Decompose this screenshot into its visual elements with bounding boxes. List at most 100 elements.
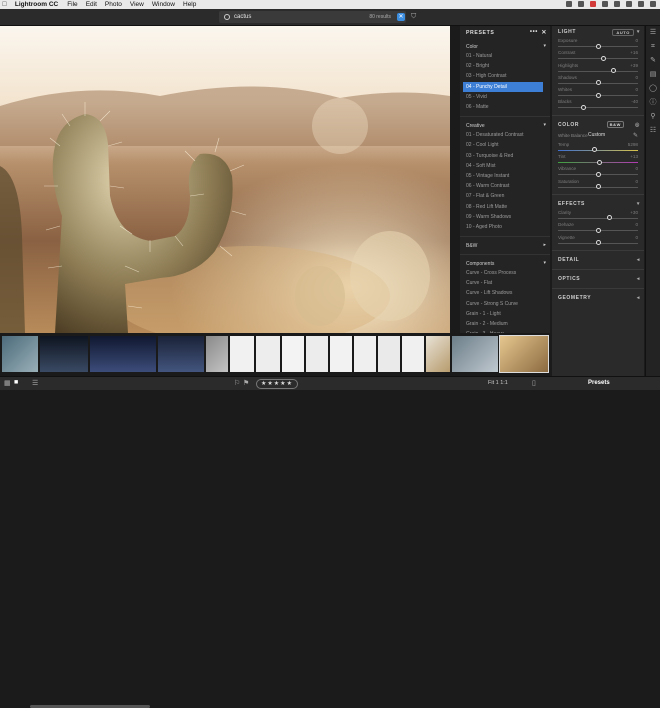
info-icon[interactable]: ⓘ [646,96,660,110]
status-icon[interactable] [590,1,596,7]
flag-icon[interactable]: ⚐ [234,379,240,387]
slider-dehaze[interactable]: Dehaze 0 [552,222,644,234]
status-icon[interactable] [614,1,620,7]
slider-blacks[interactable]: Blacks -40 [552,99,644,111]
chevron-down-icon[interactable]: ▾ [637,201,640,207]
preset-group-bw[interactable]: B&W ▸ [460,241,550,250]
slider-value[interactable]: +39 [630,63,638,68]
chevron-left-icon[interactable]: ◂ [637,276,640,282]
thumbnail[interactable] [256,336,280,372]
slider-exposure[interactable]: Exposure 0 [552,38,644,50]
auto-button[interactable]: AUTO [612,29,634,36]
preset-item[interactable]: Curve - Cross Process [460,268,550,278]
slider-value[interactable]: 0 [635,166,638,171]
filter-icon[interactable]: ⛉ [411,13,416,21]
search-input[interactable]: cactus [234,14,251,20]
thumbnail[interactable] [426,336,450,372]
section-effects[interactable]: EFFECTS ▾ [552,198,644,210]
slider-handle[interactable] [595,171,601,177]
slider-handle[interactable] [595,43,601,49]
menu-help[interactable]: Help [183,1,196,8]
preset-item[interactable]: Curve - Flat [460,278,550,288]
chevron-right-icon[interactable]: ▸ [543,242,546,248]
thumbnail[interactable] [330,336,352,372]
preset-item[interactable]: Grain - 1 - Light [460,309,550,319]
menu-view[interactable]: View [130,1,144,8]
thumbnail[interactable] [40,336,88,372]
thumbnail[interactable] [452,336,498,372]
compare-icon[interactable]: ▯ [532,379,536,387]
slider-value[interactable]: 0 [635,235,638,240]
more-options-icon[interactable]: ••• [530,29,538,35]
preset-item[interactable]: 04 - Soft Mist [460,161,550,171]
thumbnail[interactable] [230,336,254,372]
preset-item[interactable]: 01 - Desaturated Contrast [460,130,550,140]
slider-value[interactable]: 0 [635,38,638,43]
thumbnail[interactable] [206,336,228,372]
brush-icon[interactable]: ✎ [646,54,660,68]
slider-value[interactable]: +16 [630,50,638,55]
slider-handle[interactable] [610,68,616,74]
slider-track[interactable] [558,107,638,109]
menu-file[interactable]: File [67,1,77,8]
status-icon[interactable] [626,1,632,7]
status-icon[interactable] [602,1,608,7]
chevron-left-icon[interactable]: ◂ [637,257,640,263]
slider-vibrance[interactable]: Vibrance 0 [552,166,644,178]
menu-window[interactable]: Window [152,1,175,8]
section-light[interactable]: LIGHT AUTO ▾ [552,26,644,38]
bw-button[interactable]: B&W [606,120,624,128]
preset-item[interactable]: 03 - High Contrast [460,71,550,81]
zoom-level[interactable]: Fit 1 1:1 [488,380,508,386]
preset-item[interactable]: 08 - Red Lift Matte [460,201,550,211]
linear-gradient-icon[interactable]: ▤ [646,68,660,82]
section-geometry[interactable]: GEOMETRY ◂ [552,292,644,304]
search-field[interactable]: cactus 80 results ✕ [219,11,406,23]
slider-track[interactable] [558,58,638,60]
slider-handle[interactable] [595,80,601,86]
preset-item-selected[interactable]: 04 - Punchy Detail [463,81,543,92]
chevron-down-icon[interactable]: ▾ [543,43,546,49]
slider-value[interactable]: 5298 [628,142,638,147]
slider-track[interactable] [558,149,638,151]
section-detail[interactable]: DETAIL ◂ [552,254,644,266]
preset-group-creative[interactable]: Creative ▾ [460,121,550,130]
preset-item[interactable]: Curve - Strong S Curve [460,299,550,309]
preset-group-color[interactable]: Color ▾ [460,42,550,51]
presets-button[interactable]: Presets [588,380,610,386]
thumbnail[interactable] [354,336,376,372]
thumbnail[interactable] [90,336,156,372]
preset-item[interactable]: 05 - Vivid [460,92,550,102]
slider-track[interactable] [558,217,638,219]
star-rating[interactable]: ★★★★★ [256,379,298,389]
slider-handle[interactable] [580,104,586,110]
slider-value[interactable]: 0 [635,179,638,184]
slider-vignette[interactable]: Vignette 0 [552,235,644,247]
preset-item[interactable]: Curve - Lift Shadows [460,288,550,298]
grid-view-icon[interactable]: ▦ [4,379,11,387]
thumbnail[interactable] [378,336,400,372]
comment-icon[interactable]: ☷ [646,124,660,138]
slider-tint[interactable]: Tint +13 [552,154,644,166]
slider-whites[interactable]: Whites 0 [552,87,644,99]
slider-contrast[interactable]: Contrast +16 [552,50,644,62]
chevron-down-icon[interactable]: ▾ [543,260,546,266]
thumbnail[interactable] [282,336,304,372]
reject-flag-icon[interactable]: ⚑ [243,379,249,387]
slider-shadows[interactable]: Shadows 0 [552,75,644,87]
thumbnail[interactable] [306,336,328,372]
section-optics[interactable]: OPTICS ◂ [552,273,644,285]
preset-item[interactable]: 07 - Flat & Green [460,191,550,201]
preset-group-components[interactable]: Components ▾ [460,259,550,268]
slider-value[interactable]: 0 [635,75,638,80]
keyword-icon[interactable]: ⚲ [646,110,660,124]
preset-item[interactable]: 06 - Warm Contrast [460,181,550,191]
edit-sliders-icon[interactable]: ☰ [646,26,660,40]
thumbnail[interactable] [158,336,204,372]
crop-icon[interactable]: ⌗ [646,40,660,54]
status-icon[interactable] [578,1,584,7]
status-icon[interactable] [650,1,656,7]
chevron-down-icon[interactable]: ▾ [637,29,640,35]
radial-gradient-icon[interactable]: ◯ [646,82,660,96]
slider-saturation[interactable]: Saturation 0 [552,179,644,191]
